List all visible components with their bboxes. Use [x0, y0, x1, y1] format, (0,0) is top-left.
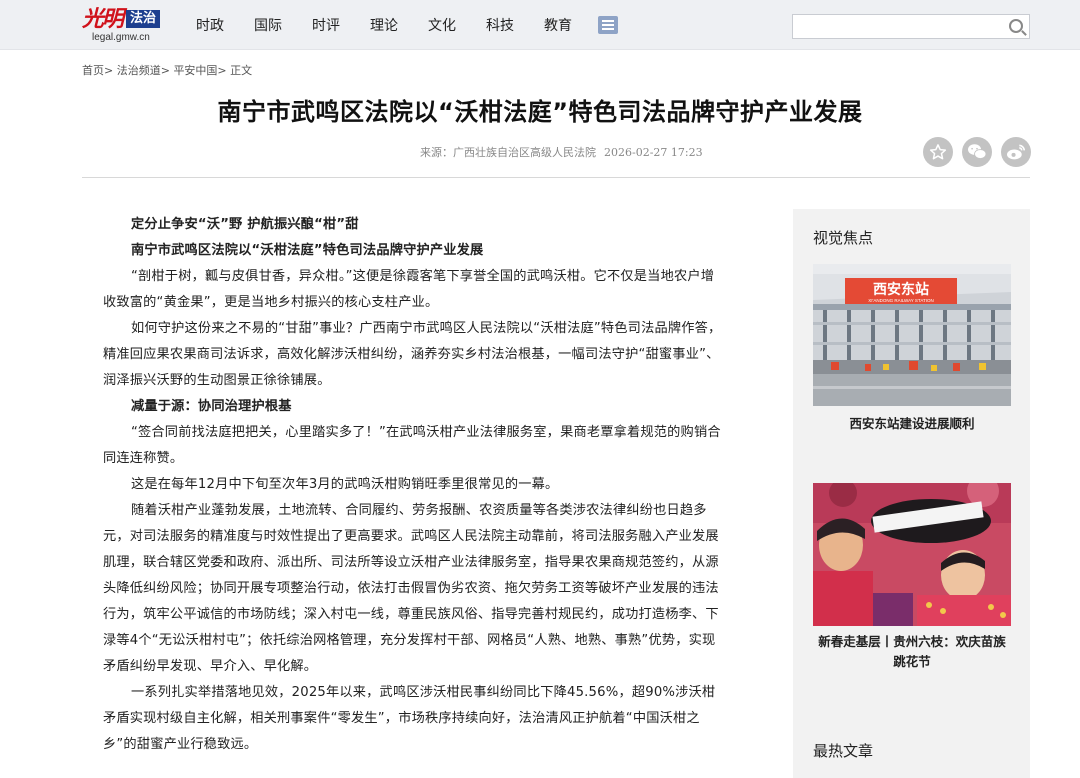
breadcrumb-home[interactable]: 首页>: [82, 64, 113, 77]
weibo-share-button[interactable]: [1001, 137, 1031, 167]
article-paragraph: 一系列扎实举措落地见效，2025年以来，武鸣区涉沃柑民事纠纷同比下降45.56%…: [103, 685, 716, 752]
nav-item-international[interactable]: 国际: [254, 15, 282, 35]
nav-item-commentary[interactable]: 时评: [312, 15, 340, 35]
article-body: 定分止争安“沃”野 护航振兴酿“柑”甜 南宁市武鸣区法院以“沃柑法庭”特色司法品…: [103, 212, 725, 758]
nav-item-education[interactable]: 教育: [544, 15, 572, 35]
article-time: 2026-02-27 17:23: [604, 146, 703, 159]
breadcrumb-legal-channel[interactable]: 法治频道>: [117, 64, 170, 77]
header-divider: [82, 177, 1030, 178]
nav-item-theory[interactable]: 理论: [370, 15, 398, 35]
search-box: [792, 14, 1030, 39]
nav-item-politics[interactable]: 时政: [196, 15, 224, 35]
article-meta: 来源：广西壮族自治区高级人民法院 2026-02-27 17:23: [420, 144, 703, 160]
photo-caption-miao-flower-festival[interactable]: 新春走基层丨贵州六枝：欢庆苗族跳花节: [813, 632, 1011, 672]
article-paragraph: “剖柑于树，瓤与皮俱甘香，异众柑。”这便是徐霞客笔下享誉全国的武鸣沃柑。它不仅是…: [103, 269, 715, 310]
festival-photo-image: [813, 483, 1011, 626]
favorite-share-button[interactable]: [923, 137, 953, 167]
station-sign-cn: 西安东站: [873, 281, 929, 298]
article-paragraph: 这是在每年12月中下旬至次年3月的武鸣沃柑购销旺季里很常见的一幕。: [131, 477, 559, 492]
site-logo[interactable]: 光明 法治 legal.gmw.cn: [82, 6, 164, 44]
station-sign-en: XI'ANDONG RAILWAY STATION: [868, 298, 934, 303]
breadcrumb-current: 正文: [230, 64, 253, 77]
article-paragraph: 随着沃柑产业蓬勃发展，土地流转、合同履约、劳务报酬、农资质量等各类涉农法律纠纷也…: [103, 503, 719, 674]
visual-focus-title: 视觉焦点: [813, 229, 874, 247]
article-paragraph: “签合同前找法庭把把关，心里踏实多了！”在武鸣沃柑产业法律服务室，果商老覃拿着规…: [103, 425, 721, 466]
star-icon: [929, 144, 947, 160]
search-input[interactable]: [793, 15, 1003, 38]
nav-item-culture[interactable]: 文化: [428, 15, 456, 35]
logo-badge: 法治: [126, 10, 161, 28]
photo-miao-flower-festival[interactable]: [813, 483, 1011, 626]
main-nav: 时政 国际 时评 理论 文化 科技 教育: [196, 0, 618, 50]
nav-item-tech[interactable]: 科技: [486, 15, 514, 35]
weibo-icon: [1007, 144, 1025, 160]
photo-xian-east-station[interactable]: 西安东站 XI'ANDONG RAILWAY STATION: [813, 264, 1011, 406]
search-icon[interactable]: [1009, 19, 1023, 33]
breadcrumb: 首页> 法治频道> 平安中国> 正文: [82, 62, 252, 78]
article-paragraph: 如何守护这份来之不易的“甘甜”事业？广西南宁市武鸣区人民法院以“沃柑法庭”特色司…: [103, 321, 722, 388]
wechat-icon: [968, 144, 987, 159]
hot-articles-title: 最热文章: [813, 742, 874, 760]
wechat-share-button[interactable]: [962, 137, 992, 167]
logo-calligraphy: 光明: [82, 6, 124, 32]
article-subtitle: 定分止争安“沃”野 护航振兴酿“柑”甜: [131, 217, 359, 232]
page-title: 南宁市武鸣区法院以“沃柑法庭”特色司法品牌守护产业发展: [217, 98, 863, 126]
sidebar: 视觉焦点 西安东站 XI'ANDONG RAILWAY STATION 西安东站…: [793, 209, 1030, 778]
photo-caption-xian-east-station[interactable]: 西安东站建设进展顺利: [813, 414, 1011, 434]
article-section-heading: 减量于源：协同治理护根基: [131, 399, 292, 414]
breadcrumb-safe-china[interactable]: 平安中国>: [173, 64, 226, 77]
menu-icon[interactable]: [598, 16, 618, 34]
article-source: 来源：广西壮族自治区高级人民法院: [420, 146, 596, 159]
top-nav-bar: 光明 法治 legal.gmw.cn 时政 国际 时评 理论 文化 科技 教育: [0, 0, 1080, 50]
station-photo-image: 西安东站 XI'ANDONG RAILWAY STATION: [813, 264, 1011, 406]
article-subheading: 南宁市武鸣区法院以“沃柑法庭”特色司法品牌守护产业发展: [131, 243, 484, 258]
logo-url: legal.gmw.cn: [92, 32, 150, 43]
